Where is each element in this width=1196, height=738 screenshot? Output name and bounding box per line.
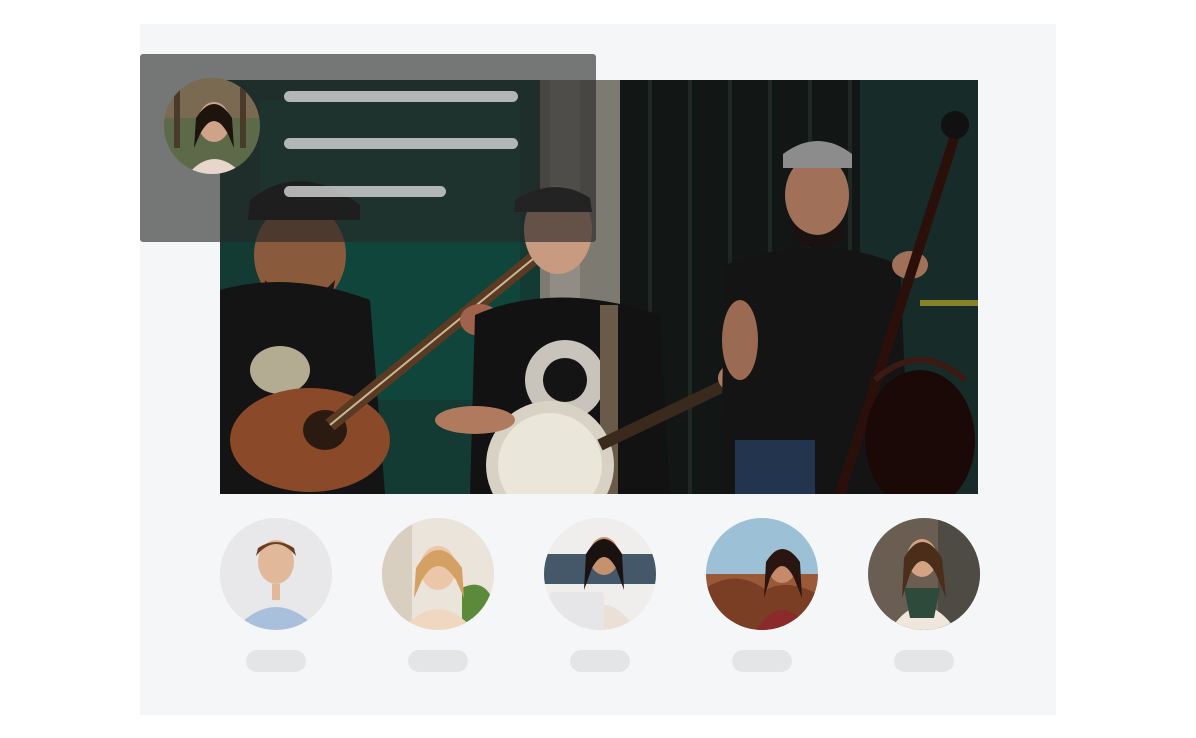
overlay-avatar-image — [164, 78, 260, 174]
overlay-text-line-2 — [284, 138, 518, 149]
profile-card-2[interactable] — [382, 518, 494, 674]
profile-card-3[interactable] — [544, 518, 656, 674]
profile-card-5[interactable] — [868, 518, 980, 674]
woman-laptop-photo[interactable] — [544, 518, 656, 630]
overlay-card[interactable] — [140, 54, 596, 242]
woman-blonde-photo[interactable] — [382, 518, 494, 630]
woman-canyon-photo[interactable] — [706, 518, 818, 630]
overlay-text-line-1 — [284, 91, 518, 102]
name-placeholder — [732, 650, 792, 672]
name-placeholder — [246, 650, 306, 672]
profile-photo-woman[interactable] — [164, 78, 260, 174]
name-placeholder — [408, 650, 468, 672]
profile-card-4[interactable] — [706, 518, 818, 674]
name-placeholder — [894, 650, 954, 672]
man-blue-shirt-photo[interactable] — [220, 518, 332, 630]
woman-scarf-photo[interactable] — [868, 518, 980, 630]
profile-card-1[interactable] — [220, 518, 332, 674]
name-placeholder — [570, 650, 630, 672]
overlay-text-line-3 — [284, 186, 446, 197]
